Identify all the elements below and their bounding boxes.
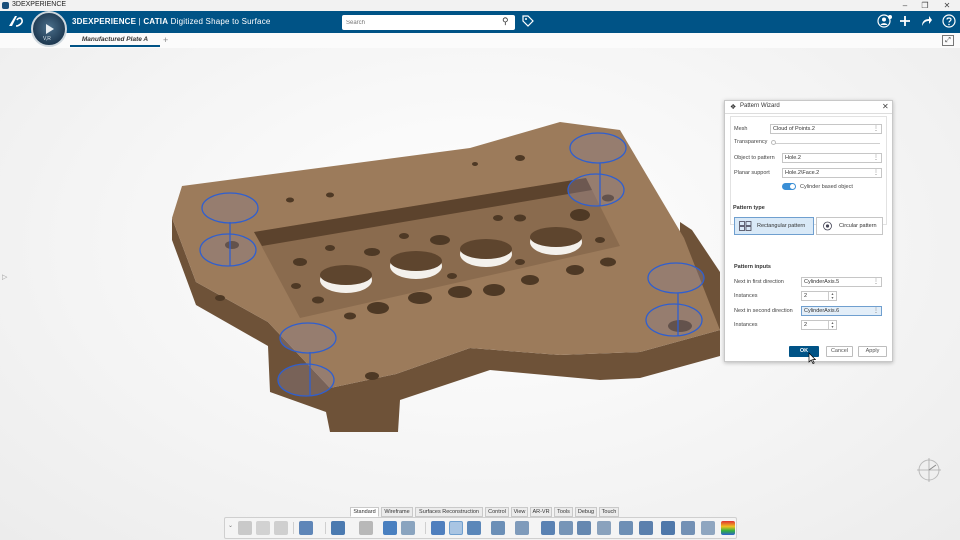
rectangular-pattern-button[interactable]: Rectangular pattern	[734, 217, 814, 235]
filter-icon[interactable]	[515, 521, 529, 535]
object-to-pattern-value: Hole.2	[785, 155, 801, 161]
planar-support-value: Hole.2\Face.2	[785, 170, 820, 176]
transparency-slider-handle[interactable]	[771, 140, 776, 145]
fit-tool-icon[interactable]	[681, 521, 695, 535]
section-tool-icon[interactable]	[577, 521, 591, 535]
circular-pattern-button[interactable]: Circular pattern	[816, 217, 883, 235]
tab-debug[interactable]: Debug	[575, 507, 597, 517]
pattern-inputs-heading: Pattern inputs	[734, 264, 771, 270]
update-icon[interactable]	[331, 521, 345, 535]
action-bar: ⌄	[224, 517, 737, 539]
transparency-label: Transparency	[734, 139, 768, 145]
more-icon[interactable]: ⋮	[873, 278, 879, 286]
mesh-field[interactable]: Cloud of Points.2 ⋮	[770, 124, 882, 134]
orientation-compass-icon[interactable]	[914, 455, 944, 485]
stepper-arrows-icon[interactable]: ▲ ▼	[828, 292, 836, 300]
cursor-icon	[808, 352, 816, 364]
tab-ar-vr[interactable]: AR-VR	[530, 507, 552, 517]
circular-pattern-label: Circular pattern	[839, 223, 877, 229]
large-hole-wall	[530, 227, 582, 247]
surface-tool-icon[interactable]	[559, 521, 573, 535]
instances-second-value: 2	[804, 322, 808, 328]
actionbar-collapse-icon[interactable]: ⌄	[228, 522, 233, 529]
circular-pattern-icon	[823, 221, 832, 231]
tab-standard[interactable]: Standard	[350, 507, 379, 517]
large-hole-wall	[460, 239, 512, 259]
pattern-wizard-tool-icon[interactable]	[449, 521, 463, 535]
mesh-label: Mesh	[734, 126, 748, 132]
second-direction-field[interactable]: CylinderAxis.6 ⋮	[801, 306, 882, 316]
object-to-pattern-label: Object to pattern	[734, 155, 775, 161]
more-icon[interactable]: ⋮	[873, 169, 879, 177]
compass-label: V,R	[43, 36, 51, 42]
cut-icon[interactable]	[238, 521, 252, 535]
tab-tools[interactable]: Tools	[554, 507, 573, 517]
color-analysis-icon[interactable]	[721, 521, 735, 535]
first-direction-field[interactable]: CylinderAxis.5 ⋮	[801, 277, 882, 287]
tab-view[interactable]: View	[511, 507, 528, 517]
measure-tool-icon[interactable]	[619, 521, 633, 535]
stepper-arrows-icon[interactable]: ▲ ▼	[828, 321, 836, 329]
cylinder-based-toggle[interactable]	[782, 183, 796, 190]
toolbar-separator	[425, 522, 426, 534]
play-icon	[46, 24, 54, 34]
projection-tool-icon[interactable]	[597, 521, 611, 535]
dialog-titlebar[interactable]: ❖ Pattern Wizard ✕	[725, 101, 892, 114]
toolbar-separator	[293, 522, 294, 534]
first-direction-value: CylinderAxis.5	[804, 279, 840, 285]
mesh-tool-icon[interactable]	[383, 521, 397, 535]
copy-icon[interactable]	[256, 521, 270, 535]
apply-button[interactable]: Apply	[858, 346, 887, 357]
mesh-value: Cloud of Points.2	[773, 126, 815, 132]
cylinder-based-label: Cylinder based object	[800, 184, 853, 190]
second-direction-label: Next in second direction	[734, 308, 793, 314]
cancel-button[interactable]: Cancel	[826, 346, 853, 357]
more-icon[interactable]: ⋮	[873, 125, 879, 133]
large-hole-wall	[320, 265, 372, 285]
planar-support-label: Planar support	[734, 170, 770, 176]
settings-icon[interactable]	[359, 521, 373, 535]
paste-icon[interactable]	[274, 521, 288, 535]
undo-icon[interactable]	[299, 521, 313, 535]
object-to-pattern-field[interactable]: Hole.2 ⋮	[782, 153, 882, 163]
grid-tool-icon[interactable]	[661, 521, 675, 535]
cloud-import-icon[interactable]	[431, 521, 445, 535]
deviation-tool-icon[interactable]	[701, 521, 715, 535]
rectangular-pattern-label: Rectangular pattern	[757, 223, 806, 229]
large-hole-wall	[390, 251, 442, 271]
analysis-tool-icon[interactable]	[639, 521, 653, 535]
pattern-type-heading: Pattern type	[733, 205, 765, 211]
instances-first-value: 2	[804, 293, 808, 299]
instances-second-stepper[interactable]: 2 ▲ ▼	[801, 320, 837, 330]
instances-first-stepper[interactable]: 2 ▲ ▼	[801, 291, 837, 301]
transparency-slider-track[interactable]	[772, 143, 880, 144]
tab-touch[interactable]: Touch	[599, 507, 619, 517]
rectangular-pattern-icon	[739, 221, 752, 231]
instances-label: Instances	[734, 322, 758, 328]
more-icon[interactable]: ⋮	[873, 154, 879, 162]
toolbar-separator	[325, 522, 326, 534]
second-direction-value: CylinderAxis.6	[804, 308, 840, 314]
mesh-cleaner-icon[interactable]	[467, 521, 481, 535]
tab-surfaces-reconstruction[interactable]: Surfaces Reconstruction	[415, 507, 483, 517]
sphere-tool-icon[interactable]	[401, 521, 415, 535]
pattern-wizard-icon: ❖	[730, 104, 737, 111]
tab-wireframe[interactable]: Wireframe	[381, 507, 413, 517]
instances-label: Instances	[734, 293, 758, 299]
planar-support-field[interactable]: Hole.2\Face.2 ⋮	[782, 168, 882, 178]
first-direction-label: Next in first direction	[734, 279, 784, 285]
dialog-title: Pattern Wizard	[740, 103, 780, 109]
curve-tool-icon[interactable]	[541, 521, 555, 535]
activate-icon[interactable]	[491, 521, 505, 535]
compass-icon[interactable]: V,R	[31, 11, 67, 47]
more-icon[interactable]: ⋮	[873, 307, 879, 315]
tab-control[interactable]: Control	[485, 507, 509, 517]
close-icon[interactable]: ✕	[882, 102, 889, 111]
